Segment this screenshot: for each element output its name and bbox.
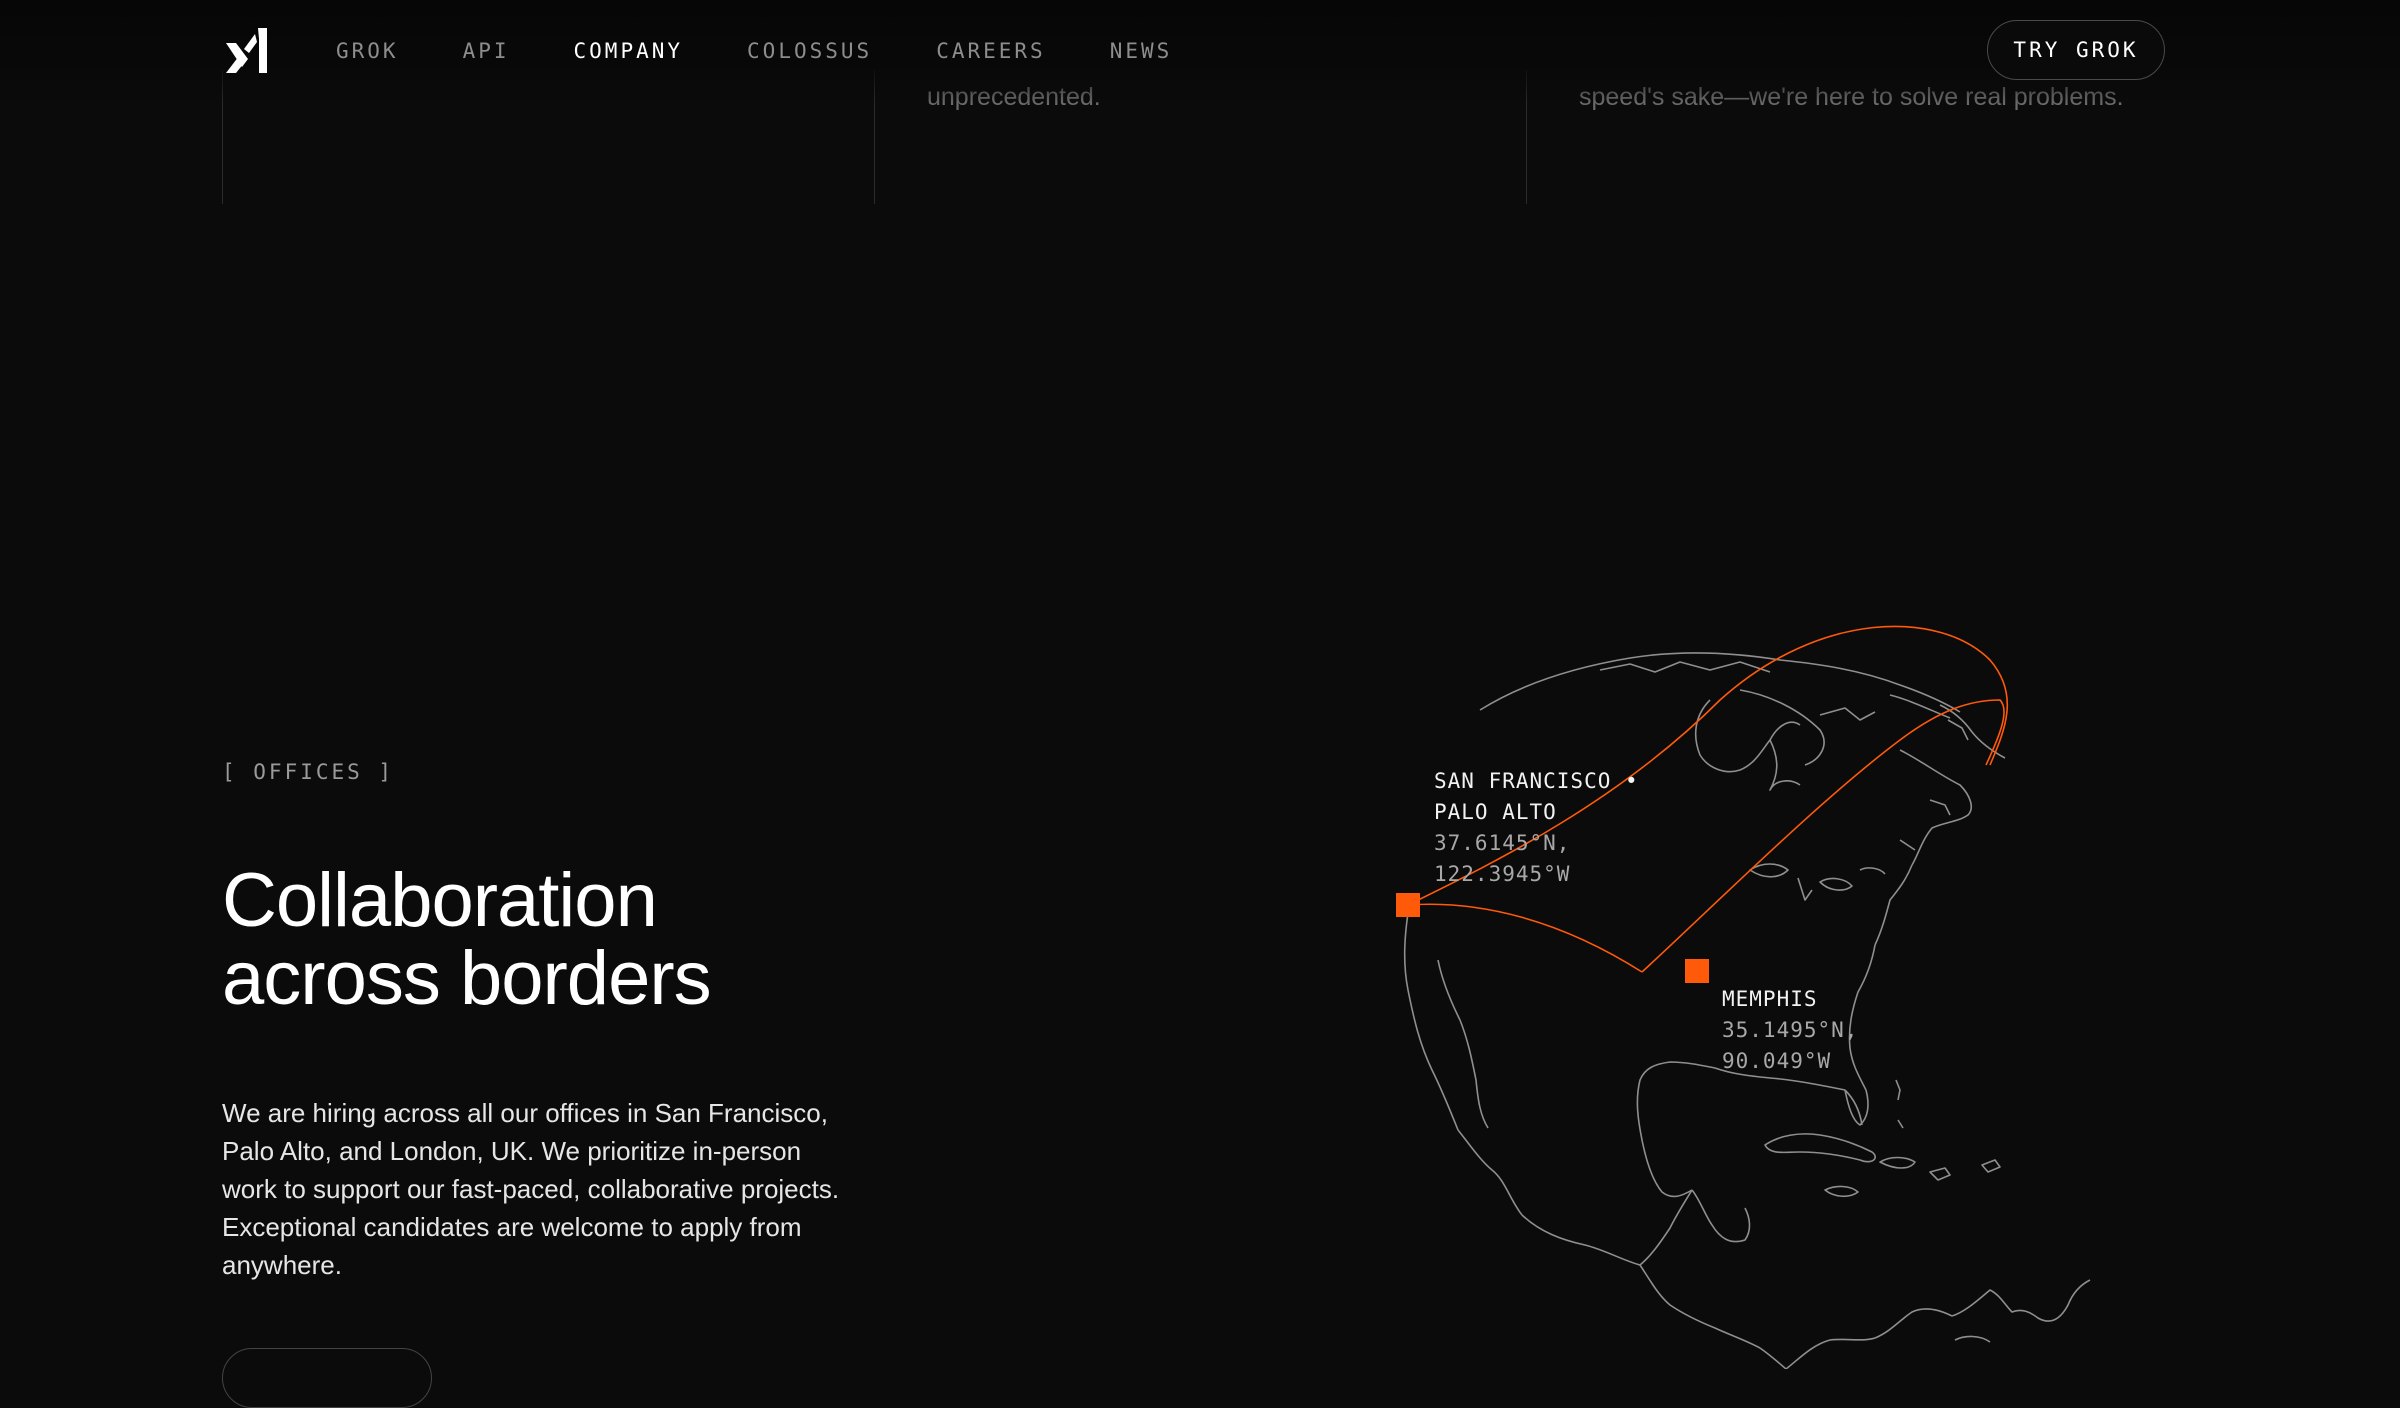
nav-news[interactable]: NEWS [1110,36,1173,66]
try-grok-button[interactable]: TRY GROK [1987,20,2165,80]
location-latitude: 35.1495°N, [1722,1018,1859,1042]
location-city-name: MEMPHIS [1722,987,1818,1011]
section-eyebrow: [ OFFICES ] [222,760,395,784]
offices-cta-button[interactable] [222,1348,432,1408]
marker-san-francisco-icon[interactable] [1396,893,1420,917]
main-nav: GROK API COMPANY COLOSSUS CAREERS NEWS [336,36,1236,66]
location-latitude: 37.6145°N, [1434,831,1571,855]
nav-grok[interactable]: GROK [336,36,399,66]
headline-line-2: across borders [222,936,712,1021]
location-label-memphis: MEMPHIS 35.1495°N, 90.049°W [1722,984,1922,1077]
nav-careers[interactable]: CAREERS [936,36,1046,66]
location-longitude: 122.3945°W [1434,862,1571,886]
location-label-san-francisco: SAN FRANCISCO • PALO ALTO 37.6145°N, 122… [1434,766,1674,890]
nav-colossus[interactable]: COLOSSUS [747,36,872,66]
location-city-name: SAN FRANCISCO • [1434,769,1639,793]
section-headline: Collaboration across borders [222,862,922,1018]
offices-description: We are hiring across all our offices in … [222,1098,840,1280]
location-longitude: 90.049°W [1722,1049,1832,1073]
nav-api[interactable]: API [463,36,510,66]
top-navigation-bar: GROK API COMPANY COLOSSUS CAREERS NEWS T… [0,0,2400,104]
location-city-name: PALO ALTO [1434,800,1557,824]
nav-company[interactable]: COMPANY [574,36,684,66]
headline-line-1: Collaboration [222,858,658,943]
xai-logo-icon[interactable] [224,26,270,74]
marker-memphis-icon[interactable] [1685,959,1709,983]
